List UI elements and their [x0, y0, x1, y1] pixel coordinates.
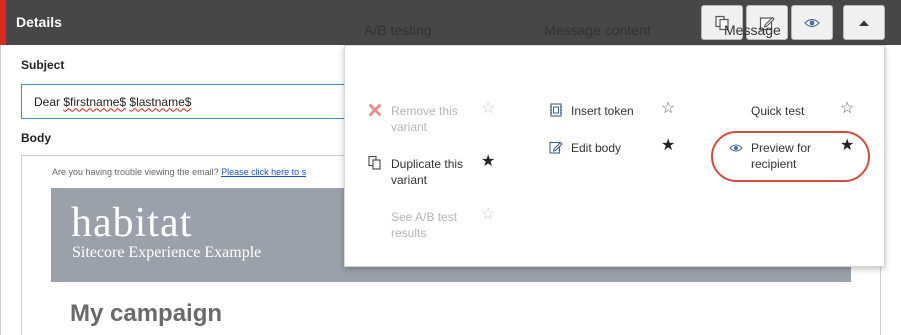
remove-variant-item: Remove this variant ☆: [368, 100, 503, 137]
remove-x-icon: [368, 103, 382, 117]
message-divider: [719, 45, 869, 46]
eye-icon: [804, 18, 820, 27]
remove-variant-label: Remove this variant: [391, 103, 458, 135]
body-label: Body: [21, 131, 51, 145]
trouble-viewing-line: Are you having trouble viewing the email…: [52, 167, 352, 177]
token-icon: [549, 103, 563, 117]
subject-prefix: Dear: [34, 94, 64, 109]
favorite-star-icon: ☆: [481, 100, 496, 117]
insert-token-label: Insert token: [571, 104, 634, 118]
brand-logo: habitat: [71, 200, 193, 246]
ab-testing-heading: A/B testing: [364, 22, 432, 38]
edit-body-item[interactable]: Edit body ★: [549, 138, 684, 158]
remove-variant-line1: Remove this: [391, 104, 458, 118]
header-title: Details: [16, 14, 62, 30]
insert-token-item[interactable]: Insert token ☆: [549, 101, 684, 121]
favorite-star-icon[interactable]: ☆: [840, 101, 854, 117]
edit-icon: [549, 140, 563, 154]
trouble-text: Are you having trouble viewing the email…: [52, 167, 222, 177]
favorite-star-icon[interactable]: ★: [661, 138, 675, 154]
see-ab-results-line1: See A/B test: [391, 210, 458, 224]
subject-token-firstname: $firstname$: [63, 94, 127, 109]
see-ab-results-item: See A/B test results ☆: [368, 206, 503, 243]
duplicate-icon: [368, 155, 382, 170]
caret-up-icon: [859, 20, 869, 26]
duplicate-variant-line2: variant: [391, 173, 428, 187]
duplicate-variant-label: Duplicate this variant: [391, 156, 463, 188]
campaign-title: My campaign: [70, 300, 223, 327]
duplicate-variant-line1: Duplicate this: [391, 157, 464, 171]
quick-test-label: Quick test: [751, 104, 805, 118]
remove-variant-line2: variant: [391, 120, 428, 134]
edit-body-label: Edit body: [571, 141, 622, 155]
favorite-star-icon[interactable]: ★: [481, 154, 495, 170]
preview-button[interactable]: [791, 5, 833, 40]
collapse-button[interactable]: [843, 5, 885, 40]
highlight-ring: [711, 131, 870, 182]
see-ab-results-line2: results: [391, 226, 427, 240]
duplicate-variant-item[interactable]: Duplicate this variant ★: [368, 154, 503, 190]
quick-test-item[interactable]: Quick test ☆: [729, 101, 864, 121]
message-heading: Message: [724, 22, 781, 38]
message-content-heading: Message content: [544, 22, 651, 38]
message-content-divider: [541, 45, 689, 46]
subject-input[interactable]: Dear $firstname$ $lastname$: [21, 84, 351, 119]
favorite-star-icon: ☆: [481, 206, 496, 223]
header-accent-bar: [0, 0, 6, 45]
form-left-border: [0, 45, 1, 335]
subject-label: Subject: [21, 58, 65, 72]
subject-token-lastname: $lastname$: [129, 94, 192, 109]
favorite-star-icon[interactable]: ☆: [661, 101, 675, 117]
see-ab-results-label: See A/B test results: [391, 209, 457, 241]
brand-tagline: Sitecore Experience Example: [72, 244, 262, 261]
ab-testing-divider: [361, 45, 509, 46]
view-online-link[interactable]: Please click here to s: [221, 167, 306, 177]
